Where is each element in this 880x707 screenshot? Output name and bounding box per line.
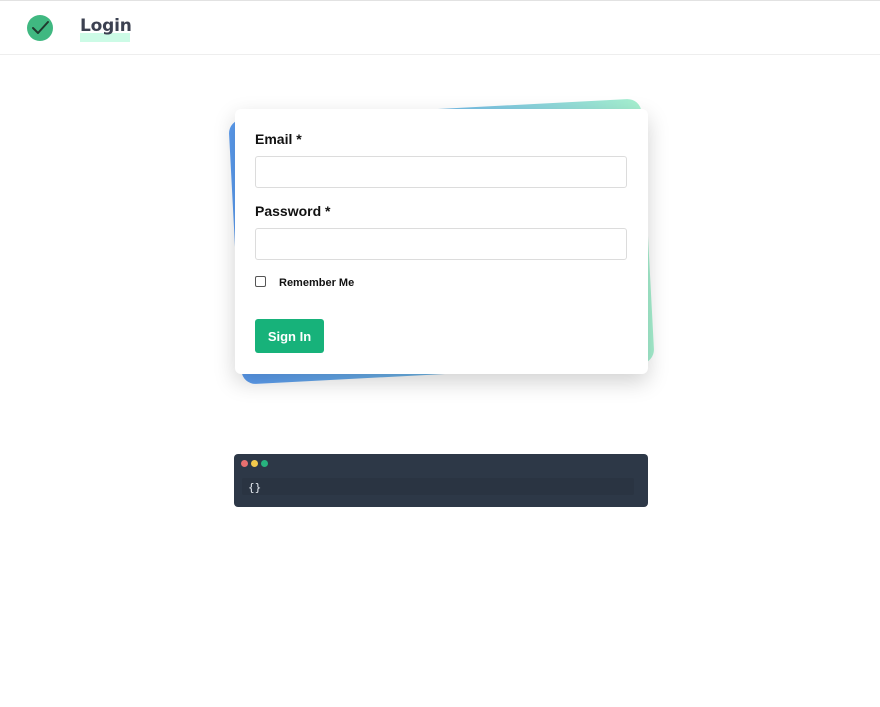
check-circle-icon[interactable] <box>27 15 53 41</box>
top-bar: Login <box>0 0 880 55</box>
sign-in-button[interactable]: Sign In <box>255 319 324 353</box>
password-field[interactable] <box>255 228 627 260</box>
remember-me-checkbox[interactable] <box>255 276 266 287</box>
window-maximize-dot-icon <box>261 460 268 467</box>
login-card-stack: Email * Password * Remember Me Sign In <box>228 95 658 390</box>
remember-me-label[interactable]: Remember Me <box>279 277 354 289</box>
login-form: Email * Password * Remember Me Sign In <box>235 109 648 374</box>
code-line <box>242 478 634 495</box>
email-field[interactable] <box>255 156 627 188</box>
password-label: Password * <box>255 203 331 219</box>
window-close-dot-icon <box>241 460 248 467</box>
window-minimize-dot-icon <box>251 460 258 467</box>
page-title: Login <box>80 16 132 36</box>
code-content: {} <box>248 481 262 494</box>
code-block: {} <box>234 454 648 507</box>
page: Login Email * Password * Remember Me Sig… <box>0 0 880 707</box>
email-label: Email * <box>255 131 302 147</box>
